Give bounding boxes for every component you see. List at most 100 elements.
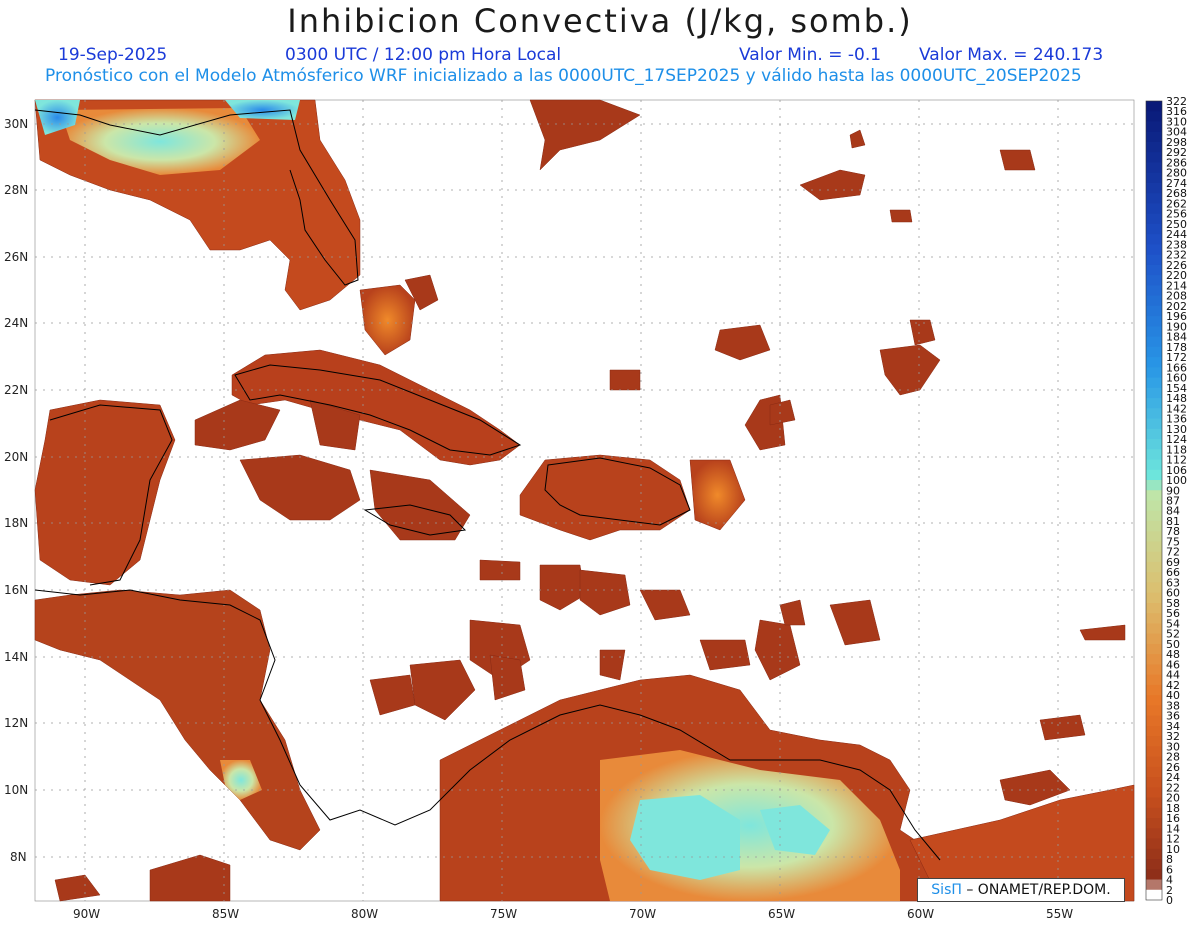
lon-label: 90W [73, 907, 100, 921]
colorbar-swatch [1146, 572, 1162, 583]
colorbar-swatch [1146, 869, 1162, 881]
colorbar-swatch [1146, 408, 1162, 420]
colorbar-swatch [1146, 695, 1162, 706]
colorbar-swatch [1146, 684, 1162, 696]
map-canvas: 30N 28N 26N 24N 22N 20N 18N 16N 14N 12N … [4, 95, 1187, 921]
lon-labels: 90W 85W 80W 75W 70W 65W 60W 55W [73, 907, 1073, 921]
colorbar-swatch [1146, 357, 1162, 368]
colorbar-swatch [1146, 807, 1162, 819]
colorbar-swatch [1146, 203, 1162, 215]
lat-labels: 30N 28N 26N 24N 22N 20N 18N 16N 14N 12N … [4, 117, 28, 864]
colorbar-swatch [1146, 305, 1162, 317]
colorbar-swatch [1146, 674, 1162, 686]
colorbar-swatch [1146, 510, 1162, 522]
colorbar-swatch [1146, 746, 1162, 758]
lat-label: 24N [4, 316, 28, 330]
colorbar-swatch [1146, 111, 1162, 122]
colorbar-label: 0 [1166, 894, 1173, 907]
lon-label: 55W [1046, 907, 1073, 921]
colorbar-swatch [1146, 459, 1162, 471]
colorbar-swatch [1146, 152, 1162, 163]
colorbar-swatch [1146, 346, 1162, 358]
colorbar-swatch [1146, 828, 1162, 840]
colorbar-swatch [1146, 818, 1162, 829]
colorbar-swatch [1146, 859, 1162, 870]
colorbar-swatch [1146, 234, 1162, 245]
credit-box: SisΠ – ONAMET/REP.DOM. [917, 878, 1125, 902]
colorbar-swatch [1146, 838, 1162, 850]
lat-label: 14N [4, 650, 28, 664]
lat-label: 22N [4, 383, 28, 397]
colorbar-swatch [1146, 643, 1162, 655]
colorbar-swatch [1146, 141, 1162, 153]
colorbar-swatch [1146, 705, 1162, 717]
lat-label: 16N [4, 583, 28, 597]
colorbar-swatch [1146, 439, 1162, 450]
lon-label: 60W [907, 907, 934, 921]
colorbar-swatch [1146, 418, 1162, 430]
colorbar-swatch [1146, 172, 1162, 184]
colorbar-swatch [1146, 367, 1162, 379]
colorbar-swatch [1146, 664, 1162, 676]
colorbar-swatch [1146, 500, 1162, 512]
sispi-logo-text: SisΠ [931, 882, 962, 898]
colorbar-swatch [1146, 889, 1162, 901]
colorbar-swatch [1146, 613, 1162, 624]
colorbar-swatch [1146, 398, 1162, 409]
colorbar-swatch [1146, 223, 1162, 235]
colorbar-swatch [1146, 131, 1162, 143]
colorbar-swatch [1146, 551, 1162, 563]
lat-label: 26N [4, 250, 28, 264]
colorbar-swatch [1146, 797, 1162, 809]
colorbar-swatch [1146, 736, 1162, 747]
colorbar-swatch [1146, 428, 1162, 440]
colorbar: 3223163103042982922862802742682622562502… [1145, 95, 1187, 907]
colorbar-swatch [1146, 449, 1162, 461]
lat-label: 8N [10, 850, 27, 864]
colorbar-swatch [1146, 101, 1162, 112]
colorbar-swatch [1146, 561, 1162, 573]
colorbar-swatch [1146, 336, 1162, 348]
lon-label: 80W [351, 907, 378, 921]
colorbar-swatch [1146, 264, 1162, 276]
lon-label: 75W [490, 907, 517, 921]
colorbar-swatch [1146, 316, 1162, 327]
colorbar-swatch [1146, 777, 1162, 788]
colorbar-swatch [1146, 592, 1162, 604]
colorbar-swatch [1146, 162, 1162, 174]
colorbar-swatch [1146, 766, 1162, 778]
colorbar-swatch [1146, 469, 1162, 481]
colorbar-swatch [1146, 623, 1162, 635]
lon-label: 65W [768, 907, 795, 921]
colorbar-swatch [1146, 254, 1162, 266]
colorbar-swatch [1146, 213, 1162, 225]
colorbar-swatch [1146, 295, 1162, 307]
colorbar-swatch [1146, 633, 1162, 645]
colorbar-swatch [1146, 387, 1162, 399]
colorbar-swatch [1146, 193, 1162, 204]
colorbar-swatch [1146, 848, 1162, 860]
lat-label: 20N [4, 450, 28, 464]
lon-label: 85W [212, 907, 239, 921]
lat-label: 10N [4, 783, 28, 797]
colorbar-swatch [1146, 715, 1162, 727]
lon-label: 70W [629, 907, 656, 921]
colorbar-swatch [1146, 275, 1162, 286]
colorbar-swatch [1146, 654, 1162, 665]
colorbar-swatch [1146, 879, 1162, 891]
credit-text: – ONAMET/REP.DOM. [966, 882, 1111, 898]
colorbar-swatch [1146, 490, 1162, 501]
colorbar-swatch [1146, 326, 1162, 338]
colorbar-swatch [1146, 285, 1162, 297]
lat-label: 30N [4, 117, 28, 131]
colorbar-swatch [1146, 377, 1162, 389]
colorbar-swatch [1146, 244, 1162, 256]
colorbar-swatch [1146, 787, 1162, 799]
colorbar-swatch [1146, 725, 1162, 737]
colorbar-swatch [1146, 541, 1162, 553]
colorbar-swatch [1146, 520, 1162, 532]
colorbar-swatch [1146, 480, 1162, 491]
colorbar-swatch [1146, 121, 1162, 133]
colorbar-swatch [1146, 756, 1162, 768]
colorbar-swatch [1146, 182, 1162, 194]
